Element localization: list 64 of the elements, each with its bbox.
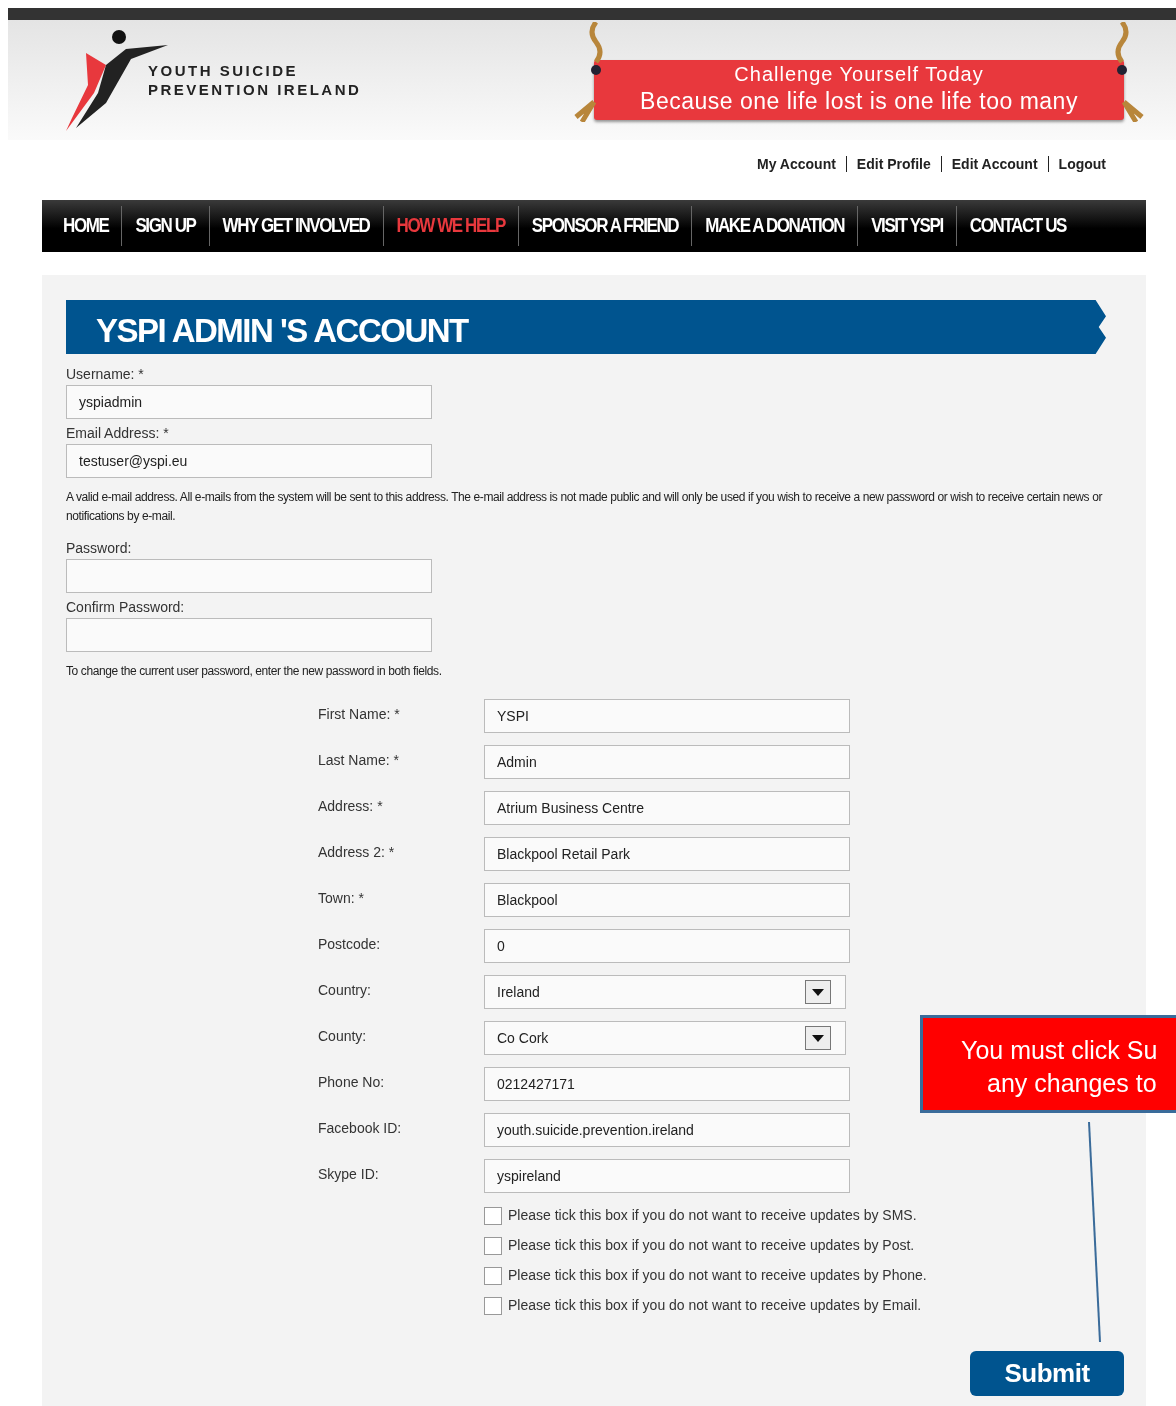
nav-link[interactable]: SPONSOR A FRIEND [518, 208, 692, 244]
page-title: YSPI ADMIN 'S ACCOUNT [66, 300, 1106, 354]
field-label: Town: * [318, 889, 365, 908]
input-field[interactable]: yspireland [484, 1159, 850, 1193]
checkbox-label: Please tick this box if you do not want to receive updates by SMS. [508, 1206, 917, 1225]
submit-button[interactable]: Submit [970, 1351, 1124, 1396]
dropdown-value: Co Cork [497, 1028, 549, 1048]
field-label: Password: [66, 539, 133, 558]
checkbox-label: Please tick this box if you do not want to receive updates by Phone. [508, 1266, 927, 1285]
banner-tagline: Challenge Yourself Today [733, 62, 985, 86]
dropdown[interactable]: Co Cork [484, 1021, 846, 1055]
checkbox[interactable] [484, 1296, 502, 1315]
field-label: Last Name: * [318, 751, 400, 770]
checkbox-label: Please tick this box if you do not want to receive updates by Post. [508, 1236, 915, 1255]
input-field[interactable] [66, 618, 432, 652]
user-link[interactable]: My Account [757, 153, 836, 175]
field-label: Facebook ID: [318, 1119, 403, 1138]
nav-link[interactable]: VISIT YSPI [858, 208, 956, 244]
field-label: County: [318, 1027, 368, 1046]
field-label: First Name: * [318, 705, 401, 724]
banner-slogan: Because one life lost is one life too many [639, 87, 1079, 116]
nav-link[interactable]: MAKE A DONATION [692, 208, 858, 244]
dropdown-value: Ireland [497, 982, 540, 1002]
field-label: Country: [318, 981, 372, 1000]
nav-link[interactable]: WHY GET INVOLVED [209, 208, 383, 244]
nav-link[interactable]: HOW WE HELP [383, 208, 518, 244]
field-label: Address: * [318, 797, 384, 816]
input-field[interactable]: Blackpool Retail Park [484, 837, 850, 871]
input-field[interactable]: yspiadmin [66, 385, 432, 419]
nav-link[interactable]: SIGN UP [122, 208, 209, 244]
input-field[interactable]: Blackpool [484, 883, 850, 917]
input-field[interactable]: testuser@yspi.eu [66, 444, 432, 478]
nav-link[interactable]: CONTACT US [956, 208, 1079, 244]
input-field[interactable] [66, 559, 432, 593]
field-label: Phone No: [318, 1073, 386, 1092]
field-label: Skype ID: [318, 1165, 380, 1184]
help-text: To change the current user password, enter the new password in both fields. [66, 663, 443, 680]
user-link[interactable]: Logout [1058, 153, 1106, 175]
callout-text: You must click Su [961, 1035, 1159, 1066]
checkbox[interactable] [484, 1266, 502, 1285]
help-text: A valid e-mail address. All e-mails from the system will be sent to this address. The e-mail address is not made public and will only be used if you wish to receive a new password or wish to receive certain news or notifications by e-mail. [66, 489, 1104, 525]
input-field[interactable]: YSPI [484, 699, 850, 733]
nav-link[interactable]: HOME [50, 208, 122, 244]
input-field[interactable]: youth.suicide.prevention.ireland [484, 1113, 850, 1147]
logo-text: YOUTH SUICIDE [148, 61, 299, 80]
field-label: Username: * [66, 365, 145, 384]
callout-text: any changes to [986, 1068, 1158, 1099]
checkbox[interactable] [484, 1236, 502, 1255]
dropdown-caret-icon[interactable] [805, 1026, 831, 1050]
field-label: Postcode: [318, 935, 382, 954]
input-field[interactable]: Atrium Business Centre [484, 791, 850, 825]
user-link[interactable]: Edit Account [951, 153, 1038, 175]
input-field[interactable]: 0212427171 [484, 1067, 850, 1101]
checkbox-label: Please tick this box if you do not want to receive updates by Email. [508, 1296, 922, 1315]
field-label: Confirm Password: [66, 598, 186, 617]
input-field[interactable]: 0 [484, 929, 850, 963]
dropdown[interactable]: Ireland [484, 975, 846, 1009]
checkbox[interactable] [484, 1206, 502, 1225]
field-label: Address 2: * [318, 843, 396, 862]
field-label: Email Address: * [66, 424, 170, 443]
dropdown-caret-icon[interactable] [805, 980, 831, 1004]
logo-text: PREVENTION IRELAND [148, 80, 362, 99]
user-link[interactable]: Edit Profile [856, 153, 931, 175]
input-field[interactable]: Admin [484, 745, 850, 779]
